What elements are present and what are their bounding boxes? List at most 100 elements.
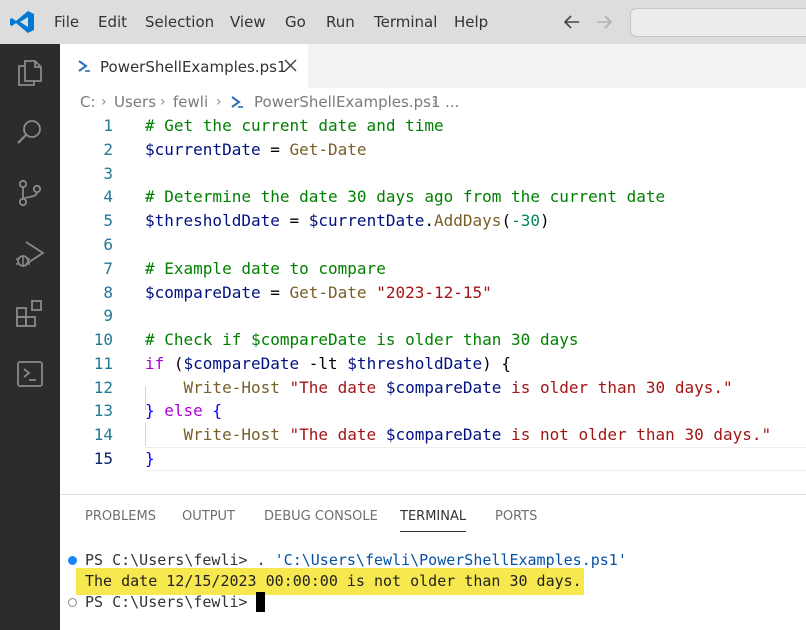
cmdlet: Write-Host <box>183 425 280 444</box>
method: AddDays <box>434 211 502 230</box>
line-number: 6 <box>103 235 113 254</box>
source-control-icon[interactable] <box>14 177 46 209</box>
cmdlet: Get-Date <box>289 140 367 159</box>
breadcrumb-symbols[interactable]: ... <box>445 93 459 111</box>
line-number: 2 <box>103 140 113 159</box>
explorer-icon[interactable] <box>14 56 46 88</box>
cmdlet: Write-Host <box>183 378 280 397</box>
string: "2023-12-15" <box>366 283 492 302</box>
code-line: $currentDate = Get-Date <box>145 140 367 160</box>
line-number: 5 <box>103 211 113 230</box>
tab-terminal[interactable]: TERMINAL <box>400 509 466 525</box>
chevron-right-icon: › <box>432 94 438 110</box>
variable: $thresholdDate <box>145 211 280 230</box>
breadcrumb-users[interactable]: Users <box>114 93 156 111</box>
code-editor[interactable]: 1 2 3 4 5 6 7 8 9 10 11 12 13 14 15 # Ge… <box>60 116 806 494</box>
variable: $compareDate <box>385 378 502 397</box>
vscode-logo-icon[interactable] <box>9 10 35 34</box>
close-icon[interactable] <box>284 59 297 72</box>
menu-file[interactable]: File <box>54 13 79 31</box>
punctuation: { <box>202 401 223 420</box>
terminal-cursor <box>256 592 265 612</box>
line-number: 8 <box>103 283 113 302</box>
command-center-search[interactable] <box>630 8 806 37</box>
line-number: 13 <box>93 401 113 420</box>
tab-debug-console[interactable]: DEBUG CONSOLE <box>264 509 378 525</box>
breadcrumb: C: › Users › fewli › PowerShellExamples.… <box>60 88 806 116</box>
active-tab-indicator <box>400 531 466 532</box>
operator: = <box>260 283 290 302</box>
code-line: Write-Host "The date $compareDate is not… <box>145 425 772 445</box>
number: -30 <box>511 211 540 230</box>
chevron-right-icon: › <box>216 94 222 110</box>
tab-output[interactable]: OUTPUT <box>182 509 235 525</box>
line-number-active: 15 <box>93 449 113 468</box>
menu-edit[interactable]: Edit <box>98 13 127 31</box>
punctuation: ( <box>164 354 184 373</box>
line-number: 12 <box>93 378 113 397</box>
extensions-icon[interactable] <box>14 298 46 330</box>
tab-powershellexamples[interactable]: PowerShellExamples.ps1 <box>60 44 308 88</box>
breadcrumb-drive[interactable]: C: <box>80 93 96 111</box>
code-line: # Check if $compareDate is older than 30… <box>145 330 578 350</box>
code-line: # Get the current date and time <box>145 116 444 136</box>
line-number: 9 <box>103 306 113 325</box>
menu-terminal[interactable]: Terminal <box>374 13 437 31</box>
run-debug-icon[interactable] <box>14 238 46 270</box>
cmdlet: Get-Date <box>289 283 367 302</box>
terminal-prompt: PS C:\Users\fewli> <box>85 551 257 569</box>
breadcrumb-file[interactable]: PowerShellExamples.ps1 <box>254 93 440 111</box>
bottom-panel: PROBLEMS OUTPUT DEBUG CONSOLE TERMINAL P… <box>60 494 806 630</box>
menu-help[interactable]: Help <box>454 13 488 31</box>
comment: # Get the current date and time <box>145 116 444 135</box>
menu-view[interactable]: View <box>230 13 266 31</box>
keyword: if <box>145 354 165 373</box>
code-line: # Example date to compare <box>145 259 386 279</box>
comment: # Check if $compareDate is older than 30… <box>145 330 579 349</box>
tab-problems[interactable]: PROBLEMS <box>85 509 156 525</box>
line-number: 3 <box>103 164 113 183</box>
current-line-highlight <box>145 447 806 471</box>
variable: $currentDate <box>308 211 425 230</box>
punctuation: ) { <box>482 354 512 373</box>
variable: $compareDate <box>145 283 261 302</box>
code-line: # Determine the date 30 days ago from th… <box>145 187 665 207</box>
terminal-command: . <box>256 551 275 569</box>
line-number: 4 <box>103 187 113 206</box>
operator: = <box>279 211 309 230</box>
line-number: 14 <box>93 425 113 444</box>
menu-selection[interactable]: Selection <box>145 13 214 31</box>
terminal-icon[interactable] <box>14 358 46 390</box>
variable: $currentDate <box>145 140 261 159</box>
punctuation: } <box>145 401 165 420</box>
back-arrow-icon[interactable] <box>562 12 582 32</box>
string: "The date <box>279 425 386 444</box>
breadcrumb-user[interactable]: fewli <box>173 93 208 111</box>
comment: # Example date to compare <box>145 259 386 278</box>
forward-arrow-icon[interactable] <box>594 12 614 32</box>
line-number: 10 <box>93 330 113 349</box>
command-success-dot-icon[interactable] <box>68 556 77 565</box>
operator: = <box>260 140 290 159</box>
code-line: } else { <box>145 401 222 421</box>
command-empty-dot-icon[interactable] <box>68 598 77 607</box>
comment: # Determine the date 30 days ago from th… <box>145 187 666 206</box>
dot: . <box>424 211 434 230</box>
menu-run[interactable]: Run <box>326 13 355 31</box>
code-line: } <box>145 449 155 469</box>
variable: $compareDate <box>183 354 300 373</box>
editor-tab-bar: PowerShellExamples.ps1 <box>60 44 806 88</box>
code-line: Write-Host "The date $compareDate is old… <box>145 378 733 398</box>
menu-go[interactable]: Go <box>285 13 306 31</box>
tab-ports[interactable]: PORTS <box>495 509 537 525</box>
paren: ) <box>539 211 550 230</box>
keyword: else <box>164 401 203 420</box>
punctuation: } <box>145 449 155 468</box>
activity-bar <box>0 44 60 630</box>
chevron-right-icon: › <box>101 94 107 110</box>
search-icon[interactable] <box>14 116 46 148</box>
paren: ( <box>501 211 512 230</box>
line-number: 11 <box>93 354 113 373</box>
title-bar: File Edit Selection View Go Run Terminal… <box>0 0 806 44</box>
code-line: $thresholdDate = $currentDate.AddDays(-3… <box>145 211 550 231</box>
